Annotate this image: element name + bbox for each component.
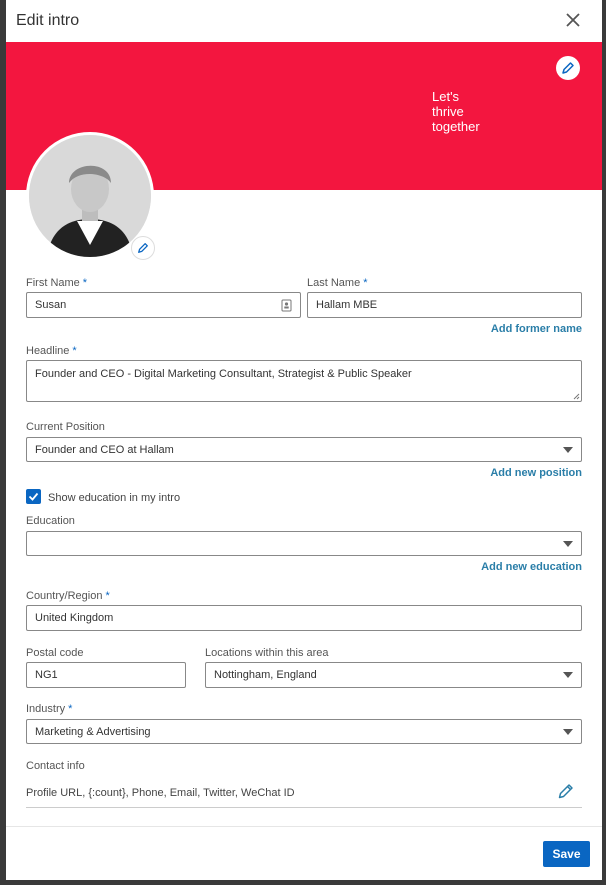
postal-code-input[interactable]: NG1 xyxy=(26,662,186,688)
chevron-down-icon xyxy=(563,672,573,678)
industry-value: Marketing & Advertising xyxy=(35,725,151,738)
contact-info-label: Contact info xyxy=(26,760,85,772)
first-name-value: Susan xyxy=(35,299,67,311)
edit-photo-button[interactable] xyxy=(131,236,155,260)
industry-label: Industry * xyxy=(26,703,73,715)
locations-value: Nottingham, England xyxy=(214,669,317,681)
headline-label: Headline * xyxy=(26,345,77,357)
country-label: Country/Region * xyxy=(26,590,110,602)
edit-intro-dialog: Edit intro Let's thrive together First N… xyxy=(6,0,602,880)
contact-card-icon xyxy=(281,299,292,311)
show-education-label[interactable]: Show education in my intro xyxy=(48,492,180,504)
edit-banner-button[interactable] xyxy=(556,56,580,80)
country-input[interactable]: United Kingdom xyxy=(26,605,582,631)
locations-select[interactable]: Nottingham, England xyxy=(205,662,582,688)
industry-select[interactable]: Marketing & Advertising xyxy=(26,719,582,744)
save-button[interactable]: Save xyxy=(543,841,590,867)
add-new-position-link[interactable]: Add new position xyxy=(472,467,582,479)
dialog-title: Edit intro xyxy=(16,12,80,29)
contact-info-summary: Profile URL, {:count}, Phone, Email, Twi… xyxy=(26,787,295,799)
country-value: United Kingdom xyxy=(35,612,114,624)
current-position-value: Founder and CEO at Hallam xyxy=(35,443,174,456)
show-education-checkbox[interactable] xyxy=(26,489,41,504)
last-name-label: Last Name * xyxy=(307,277,368,289)
current-position-select[interactable]: Founder and CEO at Hallam xyxy=(26,437,582,462)
footer-divider xyxy=(6,826,602,827)
resize-handle-icon[interactable] xyxy=(572,392,580,400)
postal-code-value: NG1 xyxy=(35,669,58,681)
locations-label: Locations within this area xyxy=(205,647,329,659)
pencil-icon xyxy=(138,243,148,253)
tagline-line: together xyxy=(432,119,480,134)
education-select[interactable] xyxy=(26,531,582,556)
pencil-icon xyxy=(558,784,573,799)
close-icon[interactable] xyxy=(563,10,583,30)
pencil-icon xyxy=(562,62,574,74)
chevron-down-icon xyxy=(563,446,573,453)
edit-contact-info-button[interactable] xyxy=(557,782,575,800)
banner-tagline: Let's thrive together xyxy=(432,89,502,134)
chevron-down-icon xyxy=(563,728,573,735)
add-new-education-link[interactable]: Add new education xyxy=(462,561,582,573)
tagline-line: thrive xyxy=(432,104,464,119)
dialog-header: Edit intro xyxy=(6,0,602,42)
last-name-input[interactable]: Hallam MBE xyxy=(307,292,582,318)
education-label: Education xyxy=(26,515,75,527)
last-name-value: Hallam MBE xyxy=(316,299,378,311)
headline-value: Founder and CEO - Digital Marketing Cons… xyxy=(35,368,412,380)
current-position-label: Current Position xyxy=(26,421,105,433)
first-name-label: First Name * xyxy=(26,277,88,289)
chevron-down-icon xyxy=(563,540,573,547)
tagline-line: Let's xyxy=(432,89,460,104)
divider xyxy=(26,807,582,808)
add-former-name-link[interactable]: Add former name xyxy=(482,323,582,335)
checkmark-icon xyxy=(28,492,39,501)
postal-code-label: Postal code xyxy=(26,647,84,659)
headline-textarea[interactable]: Founder and CEO - Digital Marketing Cons… xyxy=(26,360,582,402)
first-name-input[interactable]: Susan xyxy=(26,292,301,318)
